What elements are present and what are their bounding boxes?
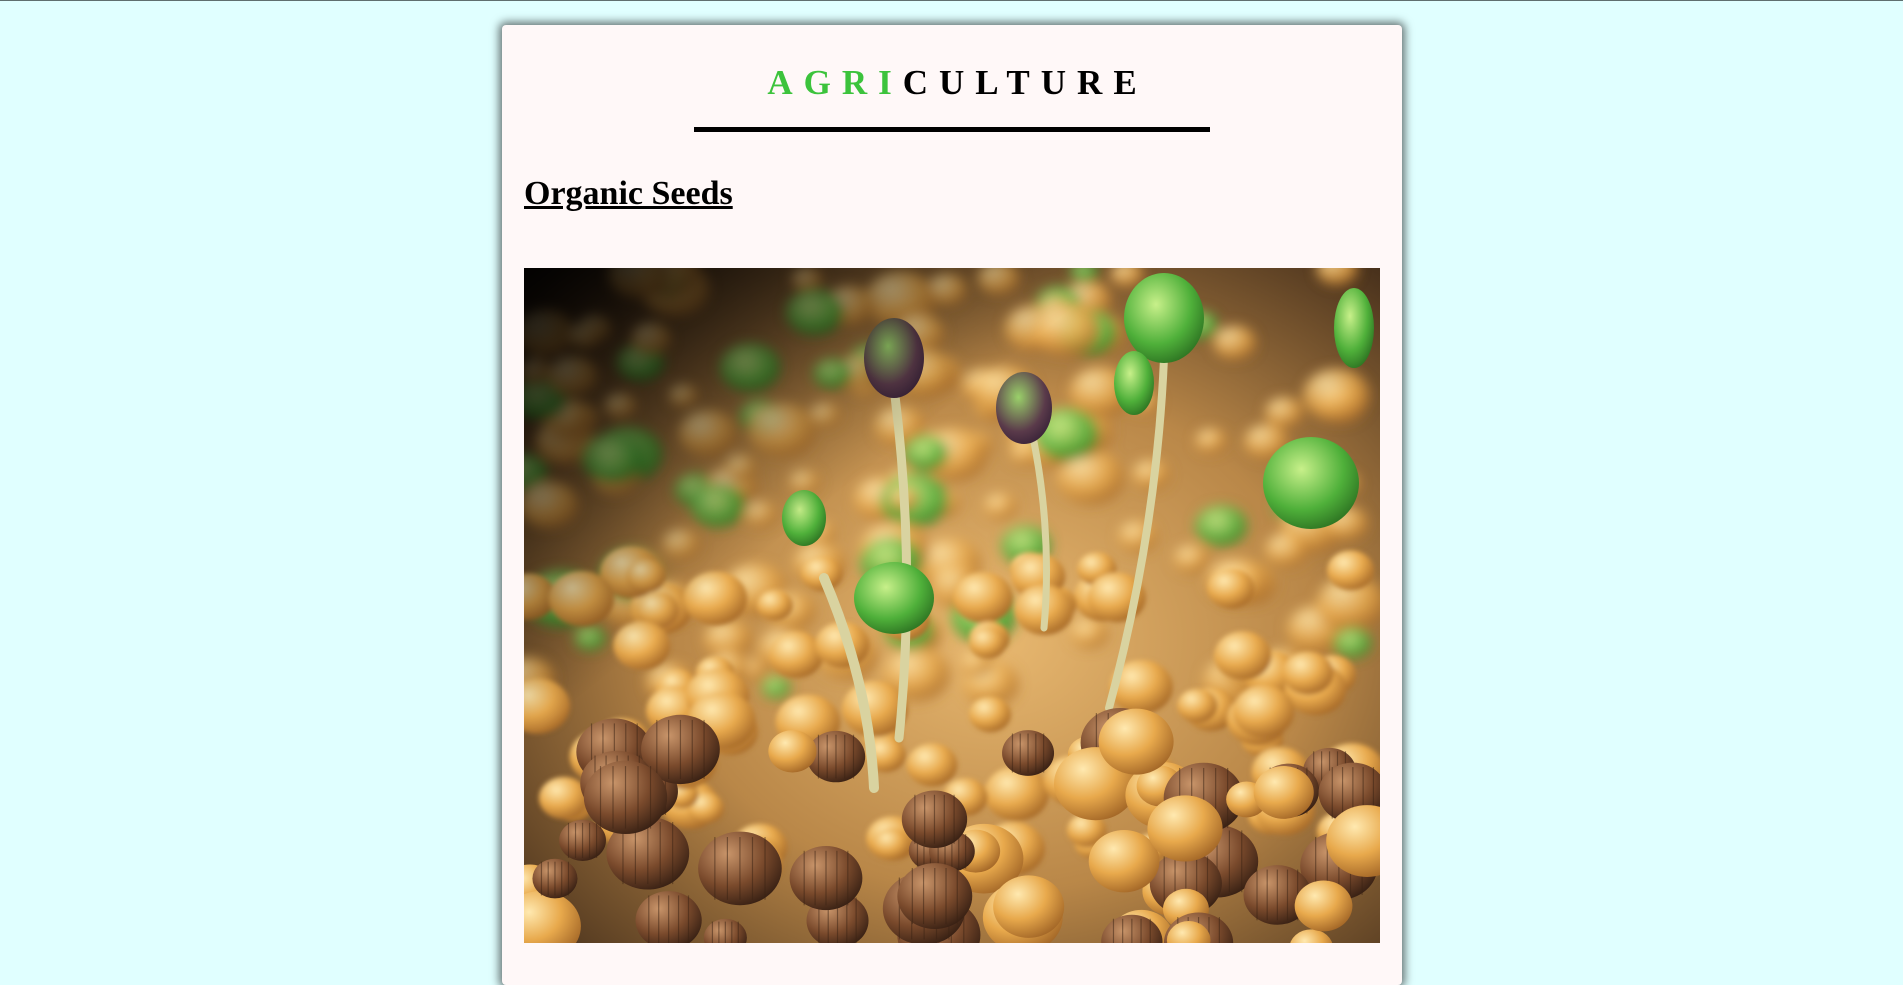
site-title: AGRICULTURE <box>502 65 1402 100</box>
title-underline-divider <box>694 127 1210 132</box>
content-card: AGRICULTURE Organic Seeds <box>502 25 1402 985</box>
section-heading: Organic Seeds <box>524 175 733 212</box>
site-title-rest: CULTURE <box>902 63 1148 102</box>
site-title-accent: AGRI <box>767 63 903 102</box>
seeds-photo-graphic <box>524 268 1380 943</box>
seeds-photo <box>524 268 1380 943</box>
